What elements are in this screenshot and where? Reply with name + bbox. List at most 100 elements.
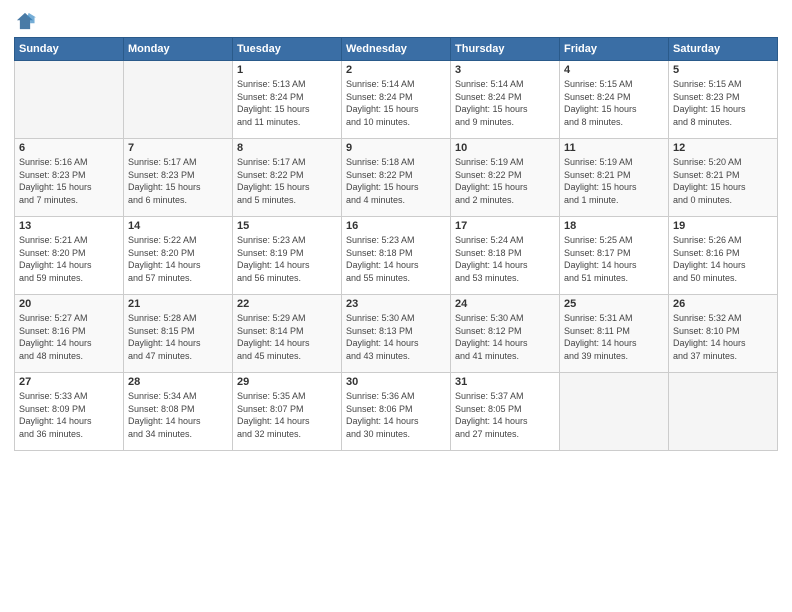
day-number: 31 — [455, 376, 555, 388]
day-info: Sunrise: 5:15 AM Sunset: 8:23 PM Dayligh… — [673, 78, 773, 128]
day-number: 11 — [564, 142, 664, 154]
day-info: Sunrise: 5:23 AM Sunset: 8:19 PM Dayligh… — [237, 234, 337, 284]
day-info: Sunrise: 5:17 AM Sunset: 8:22 PM Dayligh… — [237, 156, 337, 206]
day-number: 1 — [237, 64, 337, 76]
calendar-week-row: 1 Sunrise: 5:13 AM Sunset: 8:24 PM Daylig… — [15, 61, 778, 139]
day-number: 17 — [455, 220, 555, 232]
calendar-cell — [669, 373, 778, 451]
calendar-cell: 26Sunrise: 5:32 AM Sunset: 8:10 PM Dayli… — [669, 295, 778, 373]
day-info: Sunrise: 5:18 AM Sunset: 8:22 PM Dayligh… — [346, 156, 446, 206]
day-number: 28 — [128, 376, 228, 388]
weekday-header-monday: Monday — [124, 38, 233, 61]
calendar-cell — [15, 61, 124, 139]
logo — [14, 10, 36, 32]
logo-icon — [14, 10, 36, 32]
calendar-cell: 18 Sunrise: 5:25 AM Sunset: 8:17 PM Dayli… — [560, 217, 669, 295]
day-number: 12 — [673, 142, 773, 154]
calendar-cell: 2 Sunrise: 5:14 AM Sunset: 8:24 PM Daylig… — [342, 61, 451, 139]
day-info: Sunrise: 5:15 AM Sunset: 8:24 PM Dayligh… — [564, 78, 664, 128]
calendar-cell: 22 Sunrise: 5:29 AM Sunset: 8:14 PM Dayli… — [233, 295, 342, 373]
day-info: Sunrise: 5:30 AM Sunset: 8:12 PM Dayligh… — [455, 312, 555, 362]
day-number: 14 — [128, 220, 228, 232]
calendar-cell: 9Sunrise: 5:18 AM Sunset: 8:22 PM Daylig… — [342, 139, 451, 217]
calendar-cell: 7 Sunrise: 5:17 AM Sunset: 8:23 PM Daylig… — [124, 139, 233, 217]
calendar-cell: 6 Sunrise: 5:16 AM Sunset: 8:23 PM Daylig… — [15, 139, 124, 217]
calendar-cell: 24 Sunrise: 5:30 AM Sunset: 8:12 PM Dayli… — [451, 295, 560, 373]
weekday-header-row: SundayMondayTuesdayWednesdayThursdayFrid… — [15, 38, 778, 61]
calendar-cell: 17 Sunrise: 5:24 AM Sunset: 8:18 PM Dayli… — [451, 217, 560, 295]
calendar-cell: 30 Sunrise: 5:36 AM Sunset: 8:06 PM Dayli… — [342, 373, 451, 451]
day-info: Sunrise: 5:36 AM Sunset: 8:06 PM Dayligh… — [346, 390, 446, 440]
day-number: 16 — [346, 220, 446, 232]
calendar-cell: 5 Sunrise: 5:15 AM Sunset: 8:23 PM Daylig… — [669, 61, 778, 139]
calendar-week-row: 6 Sunrise: 5:16 AM Sunset: 8:23 PM Daylig… — [15, 139, 778, 217]
day-info: Sunrise: 5:25 AM Sunset: 8:17 PM Dayligh… — [564, 234, 664, 284]
calendar-week-row: 13 Sunrise: 5:21 AM Sunset: 8:20 PM Dayli… — [15, 217, 778, 295]
day-number: 15 — [237, 220, 337, 232]
day-number: 4 — [564, 64, 664, 76]
calendar-cell: 16 Sunrise: 5:23 AM Sunset: 8:18 PM Dayli… — [342, 217, 451, 295]
weekday-header-thursday: Thursday — [451, 38, 560, 61]
day-number: 26 — [673, 298, 773, 310]
calendar-week-row: 27 Sunrise: 5:33 AM Sunset: 8:09 PM Dayli… — [15, 373, 778, 451]
weekday-header-friday: Friday — [560, 38, 669, 61]
calendar-cell: 28Sunrise: 5:34 AM Sunset: 8:08 PM Dayli… — [124, 373, 233, 451]
day-info: Sunrise: 5:20 AM Sunset: 8:21 PM Dayligh… — [673, 156, 773, 206]
day-info: Sunrise: 5:14 AM Sunset: 8:24 PM Dayligh… — [346, 78, 446, 128]
day-info: Sunrise: 5:37 AM Sunset: 8:05 PM Dayligh… — [455, 390, 555, 440]
day-info: Sunrise: 5:29 AM Sunset: 8:14 PM Dayligh… — [237, 312, 337, 362]
calendar-cell: 29 Sunrise: 5:35 AM Sunset: 8:07 PM Dayli… — [233, 373, 342, 451]
day-info: Sunrise: 5:31 AM Sunset: 8:11 PM Dayligh… — [564, 312, 664, 362]
calendar-cell: 3Sunrise: 5:14 AM Sunset: 8:24 PM Daylig… — [451, 61, 560, 139]
day-info: Sunrise: 5:13 AM Sunset: 8:24 PM Dayligh… — [237, 78, 337, 128]
day-number: 27 — [19, 376, 119, 388]
day-number: 29 — [237, 376, 337, 388]
day-number: 8 — [237, 142, 337, 154]
weekday-header-sunday: Sunday — [15, 38, 124, 61]
day-info: Sunrise: 5:19 AM Sunset: 8:21 PM Dayligh… — [564, 156, 664, 206]
day-info: Sunrise: 5:21 AM Sunset: 8:20 PM Dayligh… — [19, 234, 119, 284]
calendar-cell: 31 Sunrise: 5:37 AM Sunset: 8:05 PM Dayli… — [451, 373, 560, 451]
calendar-cell — [560, 373, 669, 451]
day-number: 10 — [455, 142, 555, 154]
weekday-header-wednesday: Wednesday — [342, 38, 451, 61]
day-number: 19 — [673, 220, 773, 232]
day-info: Sunrise: 5:35 AM Sunset: 8:07 PM Dayligh… — [237, 390, 337, 440]
calendar-cell: 23Sunrise: 5:30 AM Sunset: 8:13 PM Dayli… — [342, 295, 451, 373]
day-number: 20 — [19, 298, 119, 310]
day-info: Sunrise: 5:33 AM Sunset: 8:09 PM Dayligh… — [19, 390, 119, 440]
day-number: 30 — [346, 376, 446, 388]
calendar-cell: 8 Sunrise: 5:17 AM Sunset: 8:22 PM Daylig… — [233, 139, 342, 217]
day-info: Sunrise: 5:16 AM Sunset: 8:23 PM Dayligh… — [19, 156, 119, 206]
day-info: Sunrise: 5:23 AM Sunset: 8:18 PM Dayligh… — [346, 234, 446, 284]
calendar-week-row: 20 Sunrise: 5:27 AM Sunset: 8:16 PM Dayli… — [15, 295, 778, 373]
calendar-table: SundayMondayTuesdayWednesdayThursdayFrid… — [14, 37, 778, 451]
calendar-cell: 19Sunrise: 5:26 AM Sunset: 8:16 PM Dayli… — [669, 217, 778, 295]
day-number: 24 — [455, 298, 555, 310]
day-number: 18 — [564, 220, 664, 232]
calendar-cell: 10 Sunrise: 5:19 AM Sunset: 8:22 PM Dayli… — [451, 139, 560, 217]
day-number: 6 — [19, 142, 119, 154]
day-info: Sunrise: 5:14 AM Sunset: 8:24 PM Dayligh… — [455, 78, 555, 128]
calendar-cell: 20 Sunrise: 5:27 AM Sunset: 8:16 PM Dayli… — [15, 295, 124, 373]
calendar-cell: 25 Sunrise: 5:31 AM Sunset: 8:11 PM Dayli… — [560, 295, 669, 373]
calendar-cell: 13 Sunrise: 5:21 AM Sunset: 8:20 PM Dayli… — [15, 217, 124, 295]
day-info: Sunrise: 5:22 AM Sunset: 8:20 PM Dayligh… — [128, 234, 228, 284]
day-info: Sunrise: 5:17 AM Sunset: 8:23 PM Dayligh… — [128, 156, 228, 206]
day-info: Sunrise: 5:24 AM Sunset: 8:18 PM Dayligh… — [455, 234, 555, 284]
day-number: 21 — [128, 298, 228, 310]
weekday-header-tuesday: Tuesday — [233, 38, 342, 61]
day-info: Sunrise: 5:28 AM Sunset: 8:15 PM Dayligh… — [128, 312, 228, 362]
day-number: 5 — [673, 64, 773, 76]
weekday-header-saturday: Saturday — [669, 38, 778, 61]
day-number: 22 — [237, 298, 337, 310]
day-number: 13 — [19, 220, 119, 232]
calendar-cell: 14 Sunrise: 5:22 AM Sunset: 8:20 PM Dayli… — [124, 217, 233, 295]
day-number: 2 — [346, 64, 446, 76]
calendar-cell: 15 Sunrise: 5:23 AM Sunset: 8:19 PM Dayli… — [233, 217, 342, 295]
day-info: Sunrise: 5:19 AM Sunset: 8:22 PM Dayligh… — [455, 156, 555, 206]
day-info: Sunrise: 5:27 AM Sunset: 8:16 PM Dayligh… — [19, 312, 119, 362]
day-number: 7 — [128, 142, 228, 154]
day-number: 25 — [564, 298, 664, 310]
calendar-cell: 12 Sunrise: 5:20 AM Sunset: 8:21 PM Dayli… — [669, 139, 778, 217]
